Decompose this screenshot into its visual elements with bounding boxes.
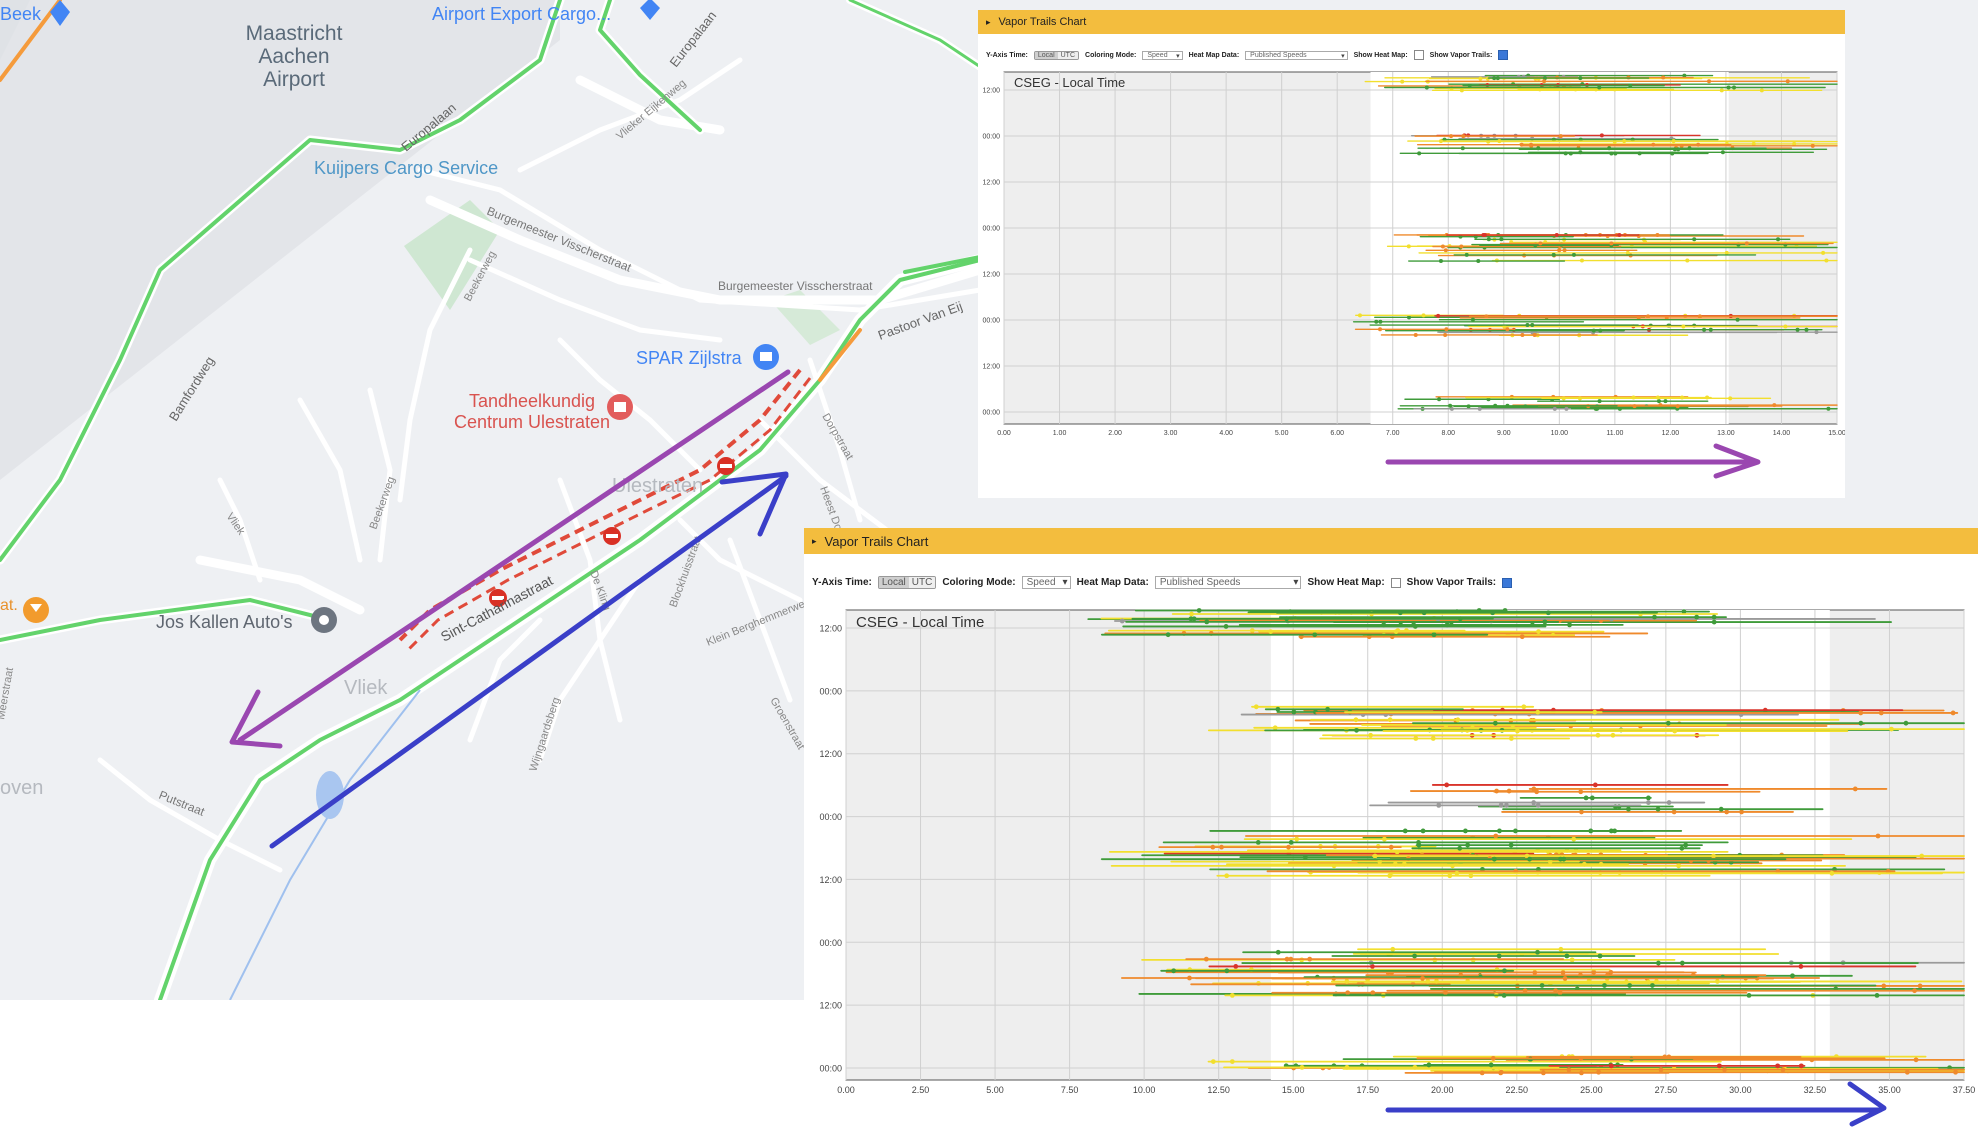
- chart-annotation-arrows: [1385, 443, 1887, 1127]
- blue-chart-arrow: [1385, 1081, 1887, 1127]
- purple-chart-arrow: [1385, 443, 1761, 479]
